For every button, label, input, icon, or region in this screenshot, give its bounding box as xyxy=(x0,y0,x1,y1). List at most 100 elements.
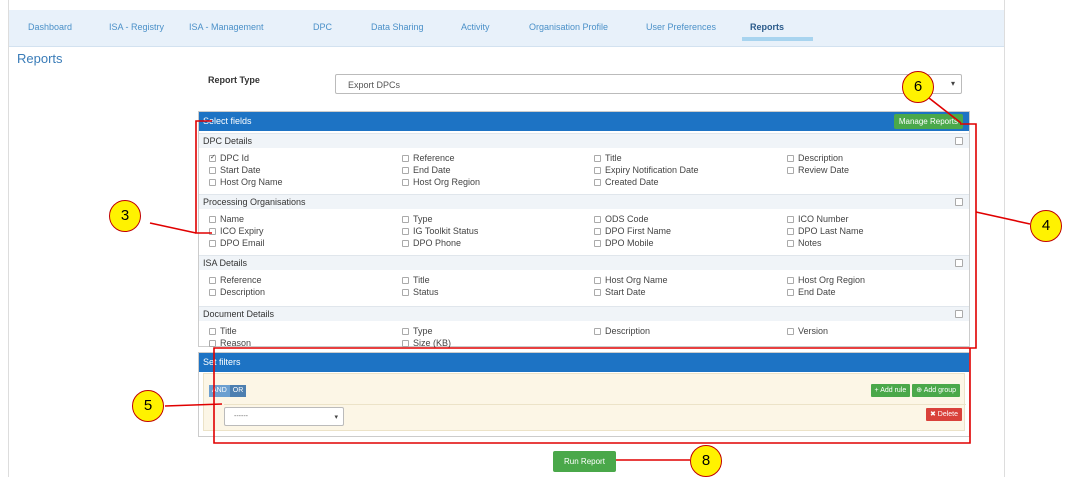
field-checkbox[interactable] xyxy=(594,216,601,223)
field-checkbox[interactable] xyxy=(787,289,794,296)
set-filters-title: Set filters xyxy=(203,357,241,367)
field-option[interactable]: Start Date xyxy=(594,287,646,297)
field-checkbox[interactable] xyxy=(402,289,409,296)
field-option[interactable]: Size (KB) xyxy=(402,338,451,348)
group-select-all-checkbox[interactable] xyxy=(955,259,963,267)
field-option[interactable]: Reference xyxy=(402,153,455,163)
field-label: Host Org Region xyxy=(798,275,866,285)
field-label: ODS Code xyxy=(605,214,649,224)
field-option[interactable]: DPC Id xyxy=(209,153,249,163)
field-checkbox[interactable] xyxy=(787,155,794,162)
field-option[interactable]: Title xyxy=(594,153,622,163)
rule-field-select[interactable]: ------ ▾ xyxy=(224,407,344,426)
field-checkbox[interactable] xyxy=(209,179,216,186)
field-checkbox[interactable] xyxy=(787,240,794,247)
nav-reports[interactable]: Reports xyxy=(750,22,784,32)
field-option[interactable]: DPO Phone xyxy=(402,238,461,248)
field-option[interactable]: Host Org Region xyxy=(402,177,480,187)
field-checkbox[interactable] xyxy=(594,289,601,296)
field-checkbox[interactable] xyxy=(402,179,409,186)
nav-user-preferences[interactable]: User Preferences xyxy=(646,22,716,32)
field-option[interactable]: End Date xyxy=(402,165,451,175)
report-type-select[interactable]: Export DPCs ▾ xyxy=(335,74,962,94)
field-option[interactable]: Type xyxy=(402,214,433,224)
field-option[interactable]: Review Date xyxy=(787,165,849,175)
field-checkbox[interactable] xyxy=(594,240,601,247)
field-checkbox[interactable] xyxy=(402,277,409,284)
field-checkbox[interactable] xyxy=(209,216,216,223)
field-option[interactable]: Reason xyxy=(209,338,251,348)
nav-organisation-profile[interactable]: Organisation Profile xyxy=(529,22,608,32)
field-checkbox[interactable] xyxy=(787,216,794,223)
field-checkbox[interactable] xyxy=(402,328,409,335)
field-option[interactable]: Created Date xyxy=(594,177,659,187)
field-option[interactable]: DPO Last Name xyxy=(787,226,864,236)
field-option[interactable]: Host Org Name xyxy=(594,275,668,285)
field-checkbox[interactable] xyxy=(402,228,409,235)
field-checkbox[interactable] xyxy=(594,277,601,284)
field-checkbox[interactable] xyxy=(787,228,794,235)
field-option[interactable]: Host Org Region xyxy=(787,275,865,285)
field-option[interactable]: DPO First Name xyxy=(594,226,671,236)
field-option[interactable]: DPO Email xyxy=(209,238,265,248)
run-report-button[interactable]: Run Report xyxy=(553,451,616,472)
field-checkbox[interactable] xyxy=(594,228,601,235)
field-checkbox[interactable] xyxy=(594,155,601,162)
nav-dashboard[interactable]: Dashboard xyxy=(28,22,72,32)
field-checkbox[interactable] xyxy=(209,340,216,347)
field-option[interactable]: Host Org Name xyxy=(209,177,283,187)
or-button[interactable]: OR xyxy=(229,385,247,397)
field-checkbox[interactable] xyxy=(594,179,601,186)
field-checkbox[interactable] xyxy=(594,328,601,335)
nav-isa-registry[interactable]: ISA - Registry xyxy=(109,22,164,32)
field-checkbox[interactable] xyxy=(209,289,216,296)
field-option[interactable]: Type xyxy=(402,326,433,336)
field-checkbox[interactable] xyxy=(209,240,216,247)
add-rule-button[interactable]: + Add rule xyxy=(870,384,911,397)
field-option[interactable]: Name xyxy=(209,214,244,224)
field-checkbox[interactable] xyxy=(402,155,409,162)
field-option[interactable]: Notes xyxy=(787,238,822,248)
field-option[interactable]: Description xyxy=(209,287,265,297)
field-checkbox[interactable] xyxy=(402,167,409,174)
nav-dpc[interactable]: DPC xyxy=(313,22,332,32)
nav-activity[interactable]: Activity xyxy=(461,22,490,32)
field-checkbox[interactable] xyxy=(209,167,216,174)
group-select-all-checkbox[interactable] xyxy=(955,137,963,145)
field-checkbox[interactable] xyxy=(594,167,601,174)
field-label: Name xyxy=(220,214,245,224)
manage-reports-button[interactable]: Manage Reports xyxy=(893,114,963,129)
field-option[interactable]: ODS Code xyxy=(594,214,649,224)
field-option[interactable]: Expiry Notification Date xyxy=(594,165,699,175)
field-option[interactable]: Reference xyxy=(209,275,262,285)
field-option[interactable]: IG Toolkit Status xyxy=(402,226,478,236)
field-option[interactable]: Status xyxy=(402,287,439,297)
field-checkbox[interactable] xyxy=(402,216,409,223)
field-option[interactable]: Title xyxy=(209,326,237,336)
field-checkbox[interactable] xyxy=(209,153,216,162)
field-option[interactable]: ICO Number xyxy=(787,214,849,224)
and-button[interactable]: AND xyxy=(209,385,230,397)
field-checkbox[interactable] xyxy=(787,167,794,174)
field-checkbox[interactable] xyxy=(402,240,409,247)
nav-isa-management[interactable]: ISA - Management xyxy=(189,22,264,32)
field-option[interactable]: Title xyxy=(402,275,430,285)
add-group-button[interactable]: ⊕ Add group xyxy=(912,384,960,397)
nav-data-sharing[interactable]: Data Sharing xyxy=(371,22,424,32)
delete-rule-button[interactable]: ✖ Delete xyxy=(925,408,962,421)
field-checkbox[interactable] xyxy=(209,328,216,335)
field-option[interactable]: Description xyxy=(787,153,843,163)
field-checkbox[interactable] xyxy=(787,328,794,335)
field-option[interactable]: Start Date xyxy=(209,165,261,175)
field-option[interactable]: Description xyxy=(594,326,650,336)
field-option[interactable]: ICO Expiry xyxy=(209,226,264,236)
field-option[interactable]: Version xyxy=(787,326,828,336)
field-checkbox[interactable] xyxy=(209,228,216,235)
group-select-all-checkbox[interactable] xyxy=(955,310,963,318)
field-checkbox[interactable] xyxy=(402,340,409,347)
field-checkbox[interactable] xyxy=(787,277,794,284)
field-option[interactable]: DPO Mobile xyxy=(594,238,654,248)
group-select-all-checkbox[interactable] xyxy=(955,198,963,206)
field-option[interactable]: End Date xyxy=(787,287,836,297)
field-checkbox[interactable] xyxy=(209,277,216,284)
